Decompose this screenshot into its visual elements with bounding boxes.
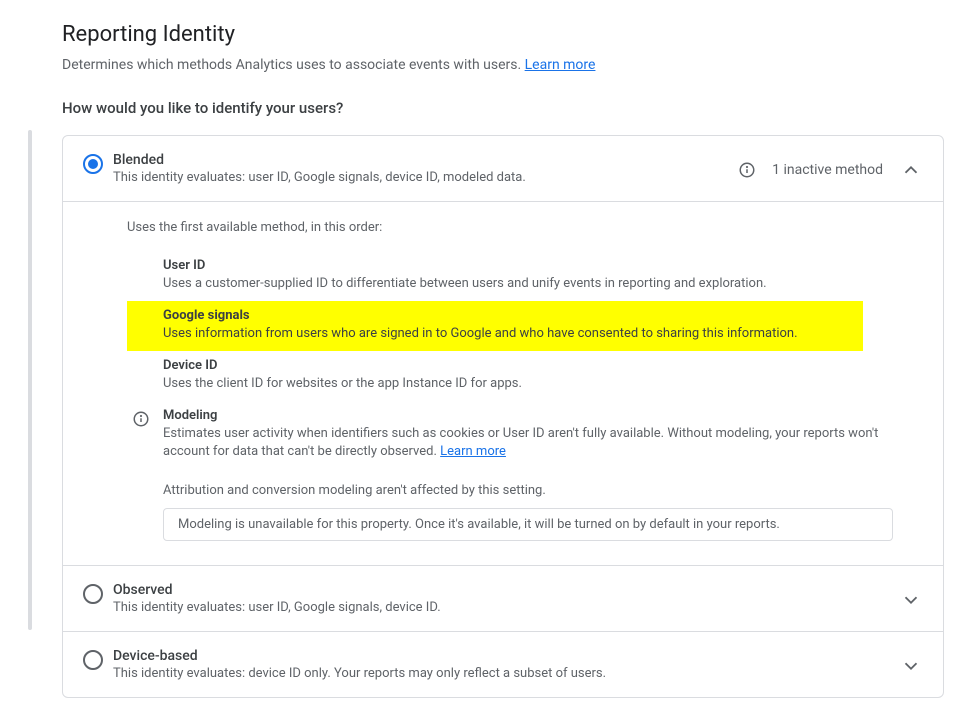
option-body: Blended This identity evaluates: user ID… [113, 152, 738, 185]
radio-wrapper [73, 582, 113, 604]
option-body: Observed This identity evaluates: user I… [113, 582, 899, 615]
option-right: 1 inactive method [738, 152, 923, 182]
method-modeling-title: Modeling [163, 408, 923, 423]
radio-observed[interactable] [83, 584, 103, 604]
radio-wrapper [73, 648, 113, 670]
method-device-id-desc: Uses the client ID for websites or the a… [163, 375, 923, 394]
option-observed-title: Observed [113, 582, 899, 598]
option-device-based[interactable]: Device-based This identity evaluates: de… [63, 631, 943, 697]
attribution-note: Attribution and conversion modeling aren… [163, 483, 923, 498]
method-device-id: Device ID Uses the client ID for website… [127, 351, 923, 401]
info-icon [131, 409, 151, 429]
method-signals-title: Google signals [163, 308, 863, 323]
page-title: Reporting Identity [62, 22, 944, 47]
blended-expanded-panel: Uses the first available method, in this… [63, 201, 943, 565]
radio-device-based[interactable] [83, 650, 103, 670]
radio-wrapper [73, 152, 113, 174]
method-google-signals: Google signals Uses information from use… [127, 301, 863, 351]
method-modeling: Modeling Estimates user activity when id… [127, 401, 923, 470]
option-device-subtitle: This identity evaluates: device ID only.… [113, 666, 899, 681]
method-user-id-title: User ID [163, 258, 923, 273]
page-description-text: Determines which methods Analytics uses … [62, 57, 525, 73]
option-blended-title: Blended [113, 152, 738, 168]
option-blended[interactable]: Blended This identity evaluates: user ID… [63, 136, 943, 201]
info-icon[interactable] [738, 161, 756, 179]
modeling-learn-more-link[interactable]: Learn more [440, 444, 506, 459]
inactive-method-label: 1 inactive method [772, 162, 883, 178]
option-observed[interactable]: Observed This identity evaluates: user I… [63, 565, 943, 631]
method-modeling-desc-text: Estimates user activity when identifiers… [163, 426, 878, 460]
expanded-intro: Uses the first available method, in this… [127, 220, 923, 235]
option-right [899, 648, 923, 678]
page-description: Determines which methods Analytics uses … [62, 57, 944, 73]
option-right [899, 582, 923, 612]
method-device-id-title: Device ID [163, 358, 923, 373]
chevron-down-icon[interactable] [899, 588, 923, 612]
identify-question: How would you like to identify your user… [62, 99, 944, 117]
method-user-id: User ID Uses a customer-supplied ID to d… [127, 251, 923, 301]
radio-blended[interactable] [83, 154, 103, 174]
left-nav-rail [0, 0, 32, 638]
option-body: Device-based This identity evaluates: de… [113, 648, 899, 681]
identity-options-card: Blended This identity evaluates: user ID… [62, 135, 944, 698]
modeling-unavailable-notice: Modeling is unavailable for this propert… [163, 508, 893, 541]
method-modeling-desc: Estimates user activity when identifiers… [163, 425, 923, 463]
option-observed-subtitle: This identity evaluates: user ID, Google… [113, 600, 899, 615]
option-blended-subtitle: This identity evaluates: user ID, Google… [113, 170, 738, 185]
learn-more-link[interactable]: Learn more [525, 57, 596, 73]
method-signals-desc: Uses information from users who are sign… [163, 325, 863, 344]
chevron-down-icon[interactable] [899, 654, 923, 678]
option-device-title: Device-based [113, 648, 899, 664]
scrollbar-track[interactable] [28, 130, 32, 630]
method-user-id-desc: Uses a customer-supplied ID to different… [163, 275, 923, 294]
main-content: Reporting Identity Determines which meth… [62, 0, 962, 728]
chevron-up-icon[interactable] [899, 158, 923, 182]
